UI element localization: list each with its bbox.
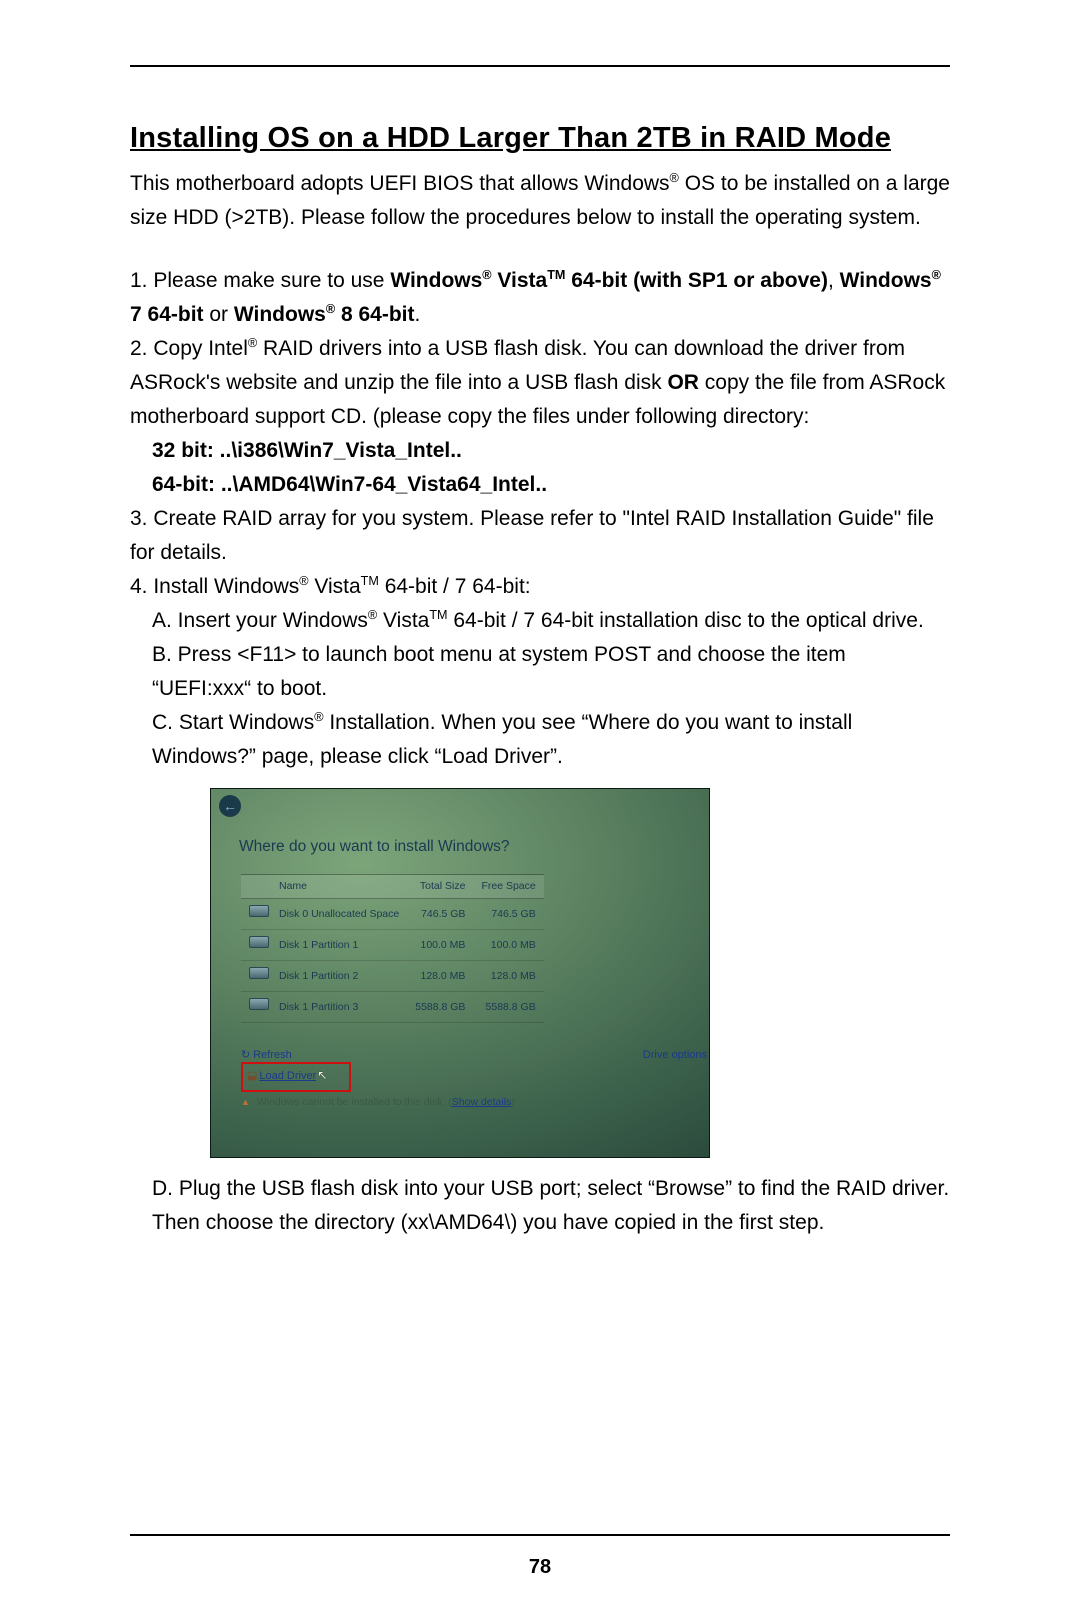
row0-total: 746.5 GB bbox=[407, 899, 473, 930]
row2-free: 128.0 MB bbox=[473, 961, 543, 992]
intro-text: This motherboard adopts UEFI BIOS that a… bbox=[130, 172, 950, 229]
step-2: 2. Copy Intel® RAID drivers into a USB f… bbox=[130, 332, 950, 434]
step1-bold3: Windows® 8 64-bit bbox=[234, 303, 415, 326]
page-number: 78 bbox=[0, 1556, 1080, 1579]
col-icon bbox=[241, 875, 271, 899]
col-name: Name bbox=[271, 875, 407, 899]
step1-prefix: 1. Please make sure to use bbox=[130, 269, 390, 292]
row3-free: 5588.8 GB bbox=[473, 992, 543, 1023]
row0-name: Disk 0 Unallocated Space bbox=[271, 899, 407, 930]
cursor-icon: ↖ bbox=[317, 1066, 327, 1085]
drive-options-link: Drive options bbox=[643, 1047, 707, 1065]
col-total: Total Size bbox=[407, 875, 473, 899]
table-row: Disk 1 Partition 3 5588.8 GB 5588.8 GB bbox=[241, 992, 544, 1023]
row1-name: Disk 1 Partition 1 bbox=[271, 930, 407, 961]
step2-path32: 32 bit: ..\i386\Win7_Vista_Intel.. bbox=[130, 434, 950, 468]
row2-total: 128.0 MB bbox=[407, 961, 473, 992]
back-button-icon: ← bbox=[219, 795, 241, 817]
disk-icon bbox=[249, 905, 269, 917]
disk-table: Name Total Size Free Space Disk 0 Unallo… bbox=[241, 874, 544, 1023]
step-4d: D. Plug the USB flash disk into your USB… bbox=[130, 1172, 950, 1240]
row0-free: 746.5 GB bbox=[473, 899, 543, 930]
step1-sep: , bbox=[828, 269, 840, 292]
disk-icon bbox=[249, 967, 269, 979]
step-4a: A. Insert your Windows® VistaTM 64-bit /… bbox=[130, 604, 950, 638]
step1-bold1: Windows® VistaTM 64-bit (with SP1 or abo… bbox=[390, 269, 828, 292]
warn-b: ) bbox=[511, 1096, 515, 1108]
row1-free: 100.0 MB bbox=[473, 930, 543, 961]
top-rule bbox=[130, 65, 950, 67]
warn-link: Show details bbox=[452, 1096, 512, 1108]
step-3: 3. Create RAID array for you system. Ple… bbox=[130, 502, 950, 570]
table-row: Disk 1 Partition 2 128.0 MB 128.0 MB bbox=[241, 961, 544, 992]
step-4-head: 4. Install Windows® VistaTM 64-bit / 7 6… bbox=[130, 570, 950, 604]
disk-icon bbox=[249, 936, 269, 948]
step4a-text: A. Insert your Windows® VistaTM 64-bit /… bbox=[152, 609, 924, 632]
intro-paragraph: This motherboard adopts UEFI BIOS that a… bbox=[130, 167, 950, 234]
path32-text: 32 bit: ..\i386\Win7_Vista_Intel.. bbox=[152, 439, 462, 462]
step4c-text: C. Start Windows® Installation. When you… bbox=[152, 711, 852, 768]
step2-path64: 64-bit: ..\AMD64\Win7-64_Vista64_Intel.. bbox=[130, 468, 950, 502]
windows-install-screenshot: ← Where do you want to install Windows? … bbox=[210, 788, 710, 1158]
step-4c: C. Start Windows® Installation. When you… bbox=[130, 706, 950, 774]
row3-name: Disk 1 Partition 3 bbox=[271, 992, 407, 1023]
row2-name: Disk 1 Partition 2 bbox=[271, 961, 407, 992]
table-row: Disk 1 Partition 1 100.0 MB 100.0 MB bbox=[241, 930, 544, 961]
row1-total: 100.0 MB bbox=[407, 930, 473, 961]
page-title: Installing OS on a HDD Larger Than 2TB i… bbox=[130, 122, 950, 155]
step1-end: . bbox=[414, 303, 420, 326]
disk-icon bbox=[249, 998, 269, 1010]
step2-or: OR bbox=[667, 371, 699, 394]
col-free: Free Space bbox=[473, 875, 543, 899]
path64-text: 64-bit: ..\AMD64\Win7-64_Vista64_Intel.. bbox=[152, 473, 547, 496]
load-driver-icon bbox=[247, 1070, 259, 1082]
install-dialog-title: Where do you want to install Windows? bbox=[239, 834, 510, 859]
table-row: Disk 0 Unallocated Space 746.5 GB 746.5 … bbox=[241, 899, 544, 930]
step4-head-text: 4. Install Windows® VistaTM 64-bit / 7 6… bbox=[130, 575, 531, 598]
load-driver-link: Load Driver bbox=[259, 1070, 316, 1082]
step-4b: B. Press <F11> to launch boot menu at sy… bbox=[130, 638, 950, 706]
warn-a: Windows cannot be installed to this disk… bbox=[257, 1096, 452, 1108]
row3-total: 5588.8 GB bbox=[407, 992, 473, 1023]
screenshot-container: ← Where do you want to install Windows? … bbox=[210, 788, 950, 1158]
load-driver-highlight: Load Driver↖ bbox=[241, 1062, 351, 1092]
bottom-rule bbox=[130, 1534, 950, 1536]
step1-or: or bbox=[204, 303, 234, 326]
warning-text: Windows cannot be installed to this disk… bbox=[241, 1094, 515, 1111]
step-1: 1. Please make sure to use Windows® Vist… bbox=[130, 264, 950, 332]
